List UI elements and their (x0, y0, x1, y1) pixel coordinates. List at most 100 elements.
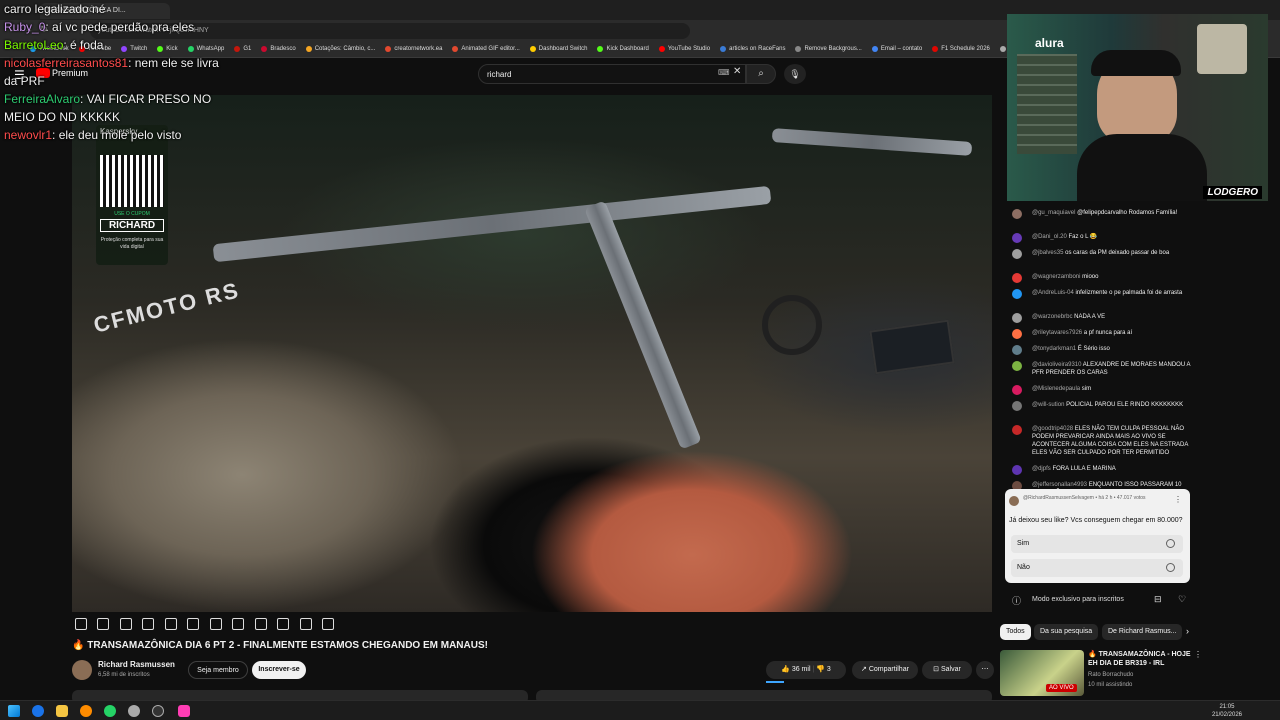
obs-icon[interactable] (152, 705, 164, 717)
chrome-icon[interactable] (32, 705, 44, 717)
chat-author[interactable]: @jeffersonallan4993 (1032, 482, 1087, 488)
chat-author[interactable]: @gu_maquiavel (1032, 210, 1075, 216)
channel-avatar[interactable] (72, 660, 92, 680)
chevron-right-icon[interactable]: › (1186, 626, 1189, 636)
chat-message[interactable]: @jbalves35 os caras da PM deixado passar… (1012, 249, 1192, 259)
overlay-chat-user: FerreiraAlvaro (4, 92, 81, 106)
speed-icon[interactable] (232, 618, 245, 630)
clip-icon[interactable] (142, 618, 155, 630)
chat-text: os caras da PM deixado passar de boa (1065, 250, 1170, 256)
chat-message[interactable]: @davioliveira9310 ALEXANDRE DE MORAES MA… (1012, 361, 1192, 377)
bookmark-item[interactable]: Cotações: Câmbio, c... (305, 46, 375, 52)
join-button[interactable]: Seja membro (188, 661, 248, 679)
subtitles-icon[interactable] (164, 618, 177, 630)
app-icon[interactable] (80, 705, 92, 717)
chat-message[interactable]: @Mislenedepaula sim (1012, 385, 1192, 395)
chat-message[interactable]: @AndreLuis-04 infelizmente o pe palmada … (1012, 289, 1192, 299)
system-clock[interactable]: 21:05 21/02/2026 (1212, 703, 1242, 719)
loop-icon[interactable] (75, 618, 87, 630)
windows-start-icon[interactable] (8, 705, 20, 717)
chat-author[interactable]: @AndreLuis-04 (1032, 290, 1074, 296)
bookmark-item[interactable]: creatornetwork.ea (385, 46, 442, 52)
poll-menu-icon[interactable]: ⋮ (1174, 495, 1182, 504)
bookmark-item[interactable]: Dashboard Switch (529, 46, 587, 52)
chat-author[interactable]: @davioliveira9310 (1032, 362, 1081, 368)
subscribe-button[interactable]: Inscrever-se (252, 661, 306, 679)
chat-message[interactable]: @goodtrip4028 ELES NÃO TEM CULPA PESSOAL… (1012, 425, 1192, 457)
chat-message[interactable]: @Dani_ol.20 Faz o L 😂 (1012, 233, 1192, 243)
bookmark-item[interactable]: Email – contato (871, 46, 923, 52)
chat-author[interactable]: @warzonebrbc (1032, 314, 1072, 320)
chat-author[interactable]: @djpfs (1032, 466, 1051, 472)
save-button[interactable]: ⊡ Salvar (922, 661, 972, 679)
overlay-chat-line: newovlr1: ele deu mole pelo visto (4, 128, 182, 142)
channel-name[interactable]: Richard Rasmussen (98, 660, 175, 669)
bookmark-label: Email – contato (880, 46, 923, 52)
sponsor-tagline: Proteção completa para sua vida digital (100, 237, 164, 250)
bookmark-item[interactable]: Kick Dashboard (597, 46, 649, 52)
search-input[interactable]: richard (478, 64, 746, 84)
search-button[interactable]: ⌕ (746, 64, 776, 84)
screenshot-icon[interactable] (254, 618, 267, 630)
video-player[interactable]: CFMOTO RS Kaspersky USE O CUPOM RICHARD … (72, 95, 992, 612)
chat-author[interactable]: @jbalves35 (1032, 250, 1063, 256)
chat-author[interactable]: @tonydarkman1 (1032, 346, 1076, 352)
gift-icon[interactable]: ⊟ (1154, 594, 1162, 605)
heart-icon[interactable]: ♡ (1178, 594, 1186, 605)
bookmark-item[interactable]: G1 (234, 46, 251, 52)
keyboard-icon[interactable]: ⌨ (718, 68, 730, 77)
share-button[interactable]: ↗ Compartilhar (852, 661, 918, 679)
chat-message[interactable]: @tonydarkman1 É Sério isso (1012, 345, 1192, 355)
miniplayer-icon[interactable] (119, 618, 132, 630)
bookmark-item[interactable]: articles on RaceFans (720, 46, 785, 52)
save-label: Salvar (940, 666, 961, 673)
theater-icon[interactable] (187, 618, 200, 630)
like-ratio-bar (766, 681, 784, 683)
chip-da-sua-pesquisa[interactable]: Da sua pesquisa (1034, 624, 1099, 640)
chat-avatar (1012, 233, 1022, 243)
camera-icon[interactable] (277, 618, 290, 630)
chat-author[interactable]: @Dani_ol.20 (1032, 234, 1067, 240)
settings-icon[interactable] (321, 618, 334, 630)
bookmark-item[interactable]: F1 Schedule 2026 (932, 46, 990, 52)
bookmark-label: Kick Dashboard (606, 46, 649, 52)
overlay-chat-text: aí vc pede perdão pra eles (52, 20, 195, 34)
app-icon[interactable] (128, 705, 140, 717)
chat-message[interactable]: @will-sution POLICIAL PAROU ELE RINDO KK… (1012, 401, 1192, 411)
chat-author[interactable]: @wagnerzamboni (1032, 274, 1080, 280)
bookmark-item[interactable]: Animated GIF editor... (452, 46, 520, 52)
live-badge: AO VIVO (1046, 684, 1077, 692)
app-icon[interactable] (178, 705, 190, 717)
more-vert-icon[interactable]: ⋮ (1194, 650, 1202, 659)
related-video[interactable]: AO VIVO 🔥 TRANSAMAZÔNICA - HOJE EH DIA D… (1000, 648, 1202, 696)
flask-icon[interactable] (299, 618, 312, 630)
bookshelf (1017, 54, 1077, 154)
chat-author[interactable]: @Mislenedepaula (1032, 386, 1080, 392)
chat-author[interactable]: @will-sution (1032, 402, 1064, 408)
chip-de-richard[interactable]: De Richard Rasmus... (1102, 624, 1183, 640)
page-scrollbar[interactable] (1270, 58, 1280, 698)
poll-option-nao[interactable]: Não (1011, 559, 1183, 577)
related-title[interactable]: 🔥 TRANSAMAZÔNICA - HOJE EH DIA DE BR319 … (1088, 650, 1194, 668)
chat-message[interactable]: @djpfs FORA LULA E MARINA (1012, 465, 1192, 475)
clear-search-icon[interactable]: ✕ (733, 66, 741, 77)
chat-message[interactable]: @warzonebrbc NADA A VE (1012, 313, 1192, 323)
chat-author[interactable]: @goodtrip4028 (1032, 426, 1073, 432)
chat-text: FORA LULA E MARINA (1052, 466, 1116, 472)
whatsapp-icon[interactable] (104, 705, 116, 717)
bookmark-item[interactable]: Bradesco (261, 46, 296, 52)
file-explorer-icon[interactable] (56, 705, 68, 717)
pip-icon[interactable] (209, 618, 222, 630)
chat-message[interactable]: @wagnerzamboni miooo (1012, 273, 1192, 283)
bookmark-item[interactable]: Remove Backgrous... (795, 46, 862, 52)
chip-todos[interactable]: Todos (1000, 624, 1031, 640)
more-button[interactable]: ⋯ (976, 661, 994, 679)
like-dislike-button[interactable]: 👍 36 mil | 👎 3 (766, 661, 846, 679)
chat-message[interactable]: @gu_maquiavel @felipepdcarvalho Rodamos … (1012, 209, 1192, 219)
mic-button[interactable]: 🎙 (784, 64, 806, 84)
poll-option-sim[interactable]: Sim (1011, 535, 1183, 553)
chat-message[interactable]: @rileytavares7926 a pf nunca para aí (1012, 329, 1192, 339)
chat-author[interactable]: @rileytavares7926 (1032, 330, 1082, 336)
broadcast-icon[interactable] (97, 618, 110, 630)
bookmark-item[interactable]: YouTube Studio (658, 46, 710, 52)
